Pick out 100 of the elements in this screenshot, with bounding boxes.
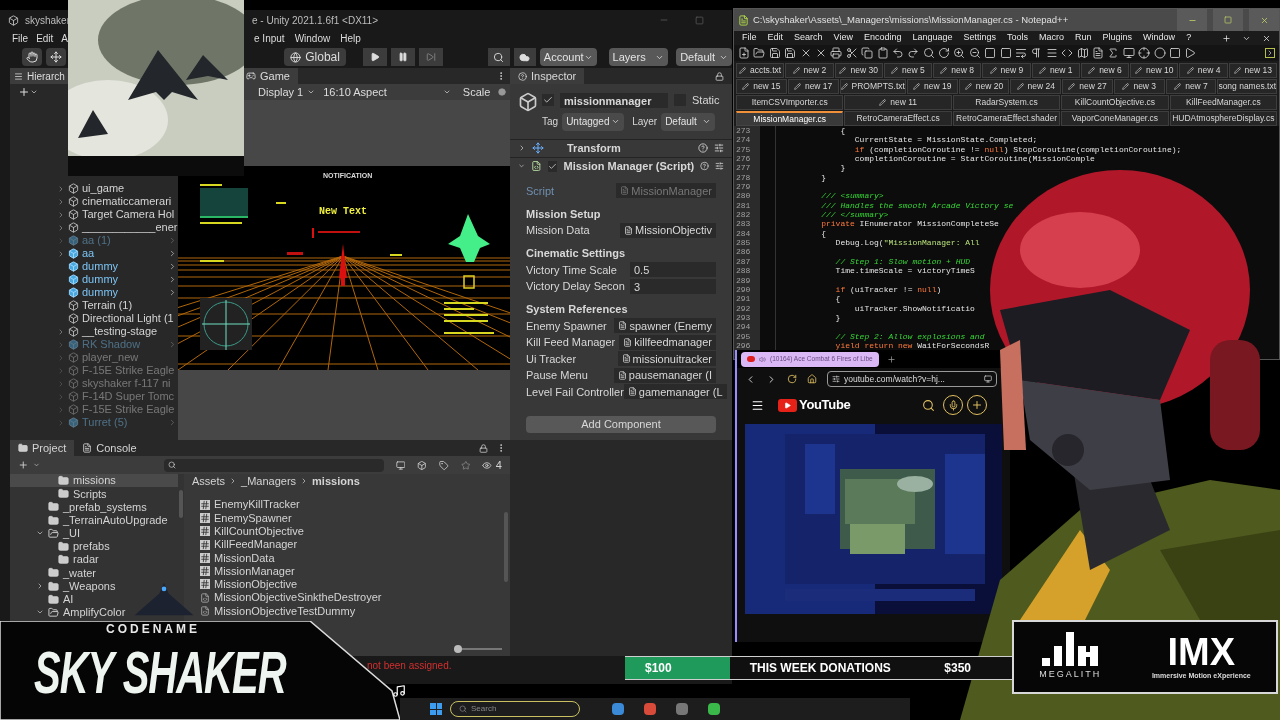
folder-item[interactable]: missions bbox=[10, 474, 178, 488]
menu-item[interactable]: Window bbox=[294, 30, 331, 46]
inspector-tab[interactable]: Inspector bbox=[510, 68, 585, 84]
file-tab[interactable]: new 27 bbox=[1062, 79, 1113, 94]
menu-item[interactable]: File bbox=[12, 30, 29, 46]
hierarchy-item[interactable]: aa bbox=[10, 247, 182, 260]
file-tab[interactable]: new 9 bbox=[982, 63, 1031, 78]
menu-item[interactable]: Macro bbox=[1039, 31, 1065, 45]
play-button[interactable] bbox=[363, 48, 388, 66]
preset-icon[interactable] bbox=[715, 161, 724, 171]
object-field[interactable]: gamemanager (L bbox=[623, 384, 727, 400]
object-field[interactable]: spawner (Enemy bbox=[614, 318, 716, 334]
file-tab[interactable]: new 1 bbox=[1031, 63, 1080, 78]
open-folder-icon[interactable] bbox=[753, 47, 766, 59]
file-tab[interactable]: new 3 bbox=[1113, 79, 1165, 94]
undo-icon[interactable] bbox=[891, 47, 904, 59]
hierarchy-item[interactable]: Directional Light (1 bbox=[10, 312, 182, 325]
add-component-button[interactable]: Add Component bbox=[526, 416, 716, 433]
display-dropdown[interactable]: Display 1 bbox=[258, 83, 316, 101]
code-icon[interactable] bbox=[1061, 47, 1074, 59]
filter-asset-icon[interactable] bbox=[417, 459, 427, 471]
zoom-in-icon[interactable] bbox=[953, 47, 966, 59]
file-tab[interactable]: new 30 bbox=[834, 63, 883, 78]
hidden-packages-icon[interactable] bbox=[482, 459, 492, 471]
file-tab[interactable]: new 19 bbox=[906, 79, 958, 94]
cut-icon[interactable] bbox=[845, 47, 858, 59]
hierarchy-item[interactable]: ui_game bbox=[10, 182, 182, 195]
asset-list-item[interactable]: EnemySpawner bbox=[200, 511, 292, 525]
filter-type-icon[interactable] bbox=[395, 459, 406, 471]
file-tab[interactable]: new 15 bbox=[736, 79, 787, 94]
menu-item[interactable]: Tools bbox=[1007, 31, 1029, 45]
breadcrumb-item[interactable]: Assets bbox=[192, 472, 225, 490]
active-checkbox[interactable] bbox=[542, 94, 554, 107]
hierarchy-item[interactable]: Target Camera Hol bbox=[10, 208, 182, 221]
stop-macro-icon[interactable] bbox=[1168, 47, 1181, 59]
zoom-out-icon[interactable] bbox=[968, 47, 981, 59]
file-tab[interactable]: new 13 bbox=[1228, 63, 1277, 78]
hierarchy-item[interactable]: dummy bbox=[10, 286, 182, 299]
play-macro-icon[interactable] bbox=[1184, 47, 1197, 59]
hierarchy-item[interactable]: cinematiccamerari bbox=[10, 195, 182, 208]
file-tab[interactable]: new 6 bbox=[1080, 63, 1130, 78]
file-tab[interactable]: VaporConeManager.cs bbox=[1061, 111, 1169, 126]
file-tab[interactable]: song names.txt bbox=[1217, 79, 1277, 94]
file-tab[interactable]: new 2 bbox=[785, 63, 834, 78]
map-icon[interactable] bbox=[1076, 47, 1089, 59]
help-icon[interactable] bbox=[700, 161, 710, 171]
asset-list-item[interactable]: MissionObjective bbox=[200, 577, 298, 592]
file-tab[interactable]: accts.txt bbox=[736, 63, 785, 78]
number-field[interactable]: 0.5 bbox=[630, 262, 716, 278]
app-icon[interactable] bbox=[708, 703, 720, 715]
indent-guide-icon[interactable] bbox=[1045, 47, 1058, 59]
scale-slider-handle[interactable] bbox=[498, 88, 507, 96]
search-field[interactable] bbox=[163, 458, 384, 472]
file-tab[interactable]: RetroCameraEffect.shader bbox=[952, 111, 1061, 126]
label-icon[interactable] bbox=[438, 459, 449, 471]
file-tab[interactable]: new 8 bbox=[933, 63, 982, 78]
youtube-logo[interactable]: YouTube bbox=[778, 395, 851, 415]
help-icon[interactable] bbox=[698, 143, 708, 153]
copy-icon[interactable] bbox=[861, 47, 874, 59]
component-title[interactable]: Mission Manager (Script) bbox=[563, 157, 695, 175]
menu-item[interactable]: View bbox=[833, 31, 853, 45]
hierarchy-item[interactable]: dummy bbox=[10, 273, 182, 286]
cloud-button[interactable] bbox=[513, 48, 536, 66]
file-tab[interactable]: new 11 bbox=[844, 95, 952, 110]
asset-list-item[interactable]: MissionObjectiveSinktheDestroyer bbox=[200, 591, 382, 605]
menu-item[interactable]: Help bbox=[340, 30, 361, 46]
function-list-icon[interactable] bbox=[1107, 47, 1120, 59]
redo-icon[interactable] bbox=[907, 47, 920, 59]
hierarchy-item[interactable]: __testing-stage bbox=[10, 325, 182, 338]
menu-item[interactable]: e Input bbox=[254, 30, 285, 46]
file-tab[interactable]: ItemCSVImporter.cs bbox=[736, 95, 844, 110]
layers-dropdown[interactable]: Layers bbox=[608, 48, 669, 66]
search-icon[interactable] bbox=[922, 398, 936, 412]
reload-icon[interactable] bbox=[787, 374, 797, 384]
address-bar[interactable]: youtube.com/watch?v=hj... bbox=[827, 371, 997, 387]
show-all-characters-icon[interactable] bbox=[1030, 47, 1043, 59]
layer-dropdown[interactable]: Default bbox=[661, 112, 716, 131]
hierarchy-item[interactable]: Terrain (1) bbox=[10, 299, 182, 312]
object-field[interactable]: missionuitracker bbox=[617, 351, 716, 367]
zoom-slider-thumb[interactable] bbox=[454, 645, 462, 653]
name-field[interactable]: missionmanager bbox=[560, 92, 668, 108]
pivot-button[interactable]: Global bbox=[284, 48, 346, 66]
more-icon[interactable] bbox=[1265, 48, 1275, 58]
file-tab[interactable]: MissionManager.cs bbox=[736, 111, 844, 126]
hierarchy-item[interactable]: ____________ener bbox=[10, 221, 182, 234]
object-field[interactable]: killfeedmanager bbox=[619, 334, 716, 350]
account-dropdown[interactable]: Account bbox=[539, 48, 597, 66]
preset-icon[interactable] bbox=[714, 143, 724, 153]
app-icon[interactable] bbox=[644, 703, 656, 715]
sync-scroll-icon[interactable] bbox=[984, 47, 997, 59]
file-tab[interactable]: PROMPTS.txt bbox=[839, 79, 906, 94]
search-button[interactable] bbox=[487, 48, 510, 66]
sync-horizontal-icon[interactable] bbox=[999, 47, 1012, 59]
menu-item[interactable]: Window bbox=[1143, 31, 1176, 45]
folder-item[interactable]: _TerrainAutoUpgrade bbox=[10, 513, 172, 527]
menu-item[interactable]: Language bbox=[912, 31, 953, 45]
file-tab[interactable]: KillFeedManager.cs bbox=[1169, 95, 1278, 110]
print-icon[interactable] bbox=[830, 47, 843, 59]
replace-icon[interactable] bbox=[938, 47, 951, 59]
breadcrumb-item[interactable]: missions bbox=[312, 472, 360, 490]
